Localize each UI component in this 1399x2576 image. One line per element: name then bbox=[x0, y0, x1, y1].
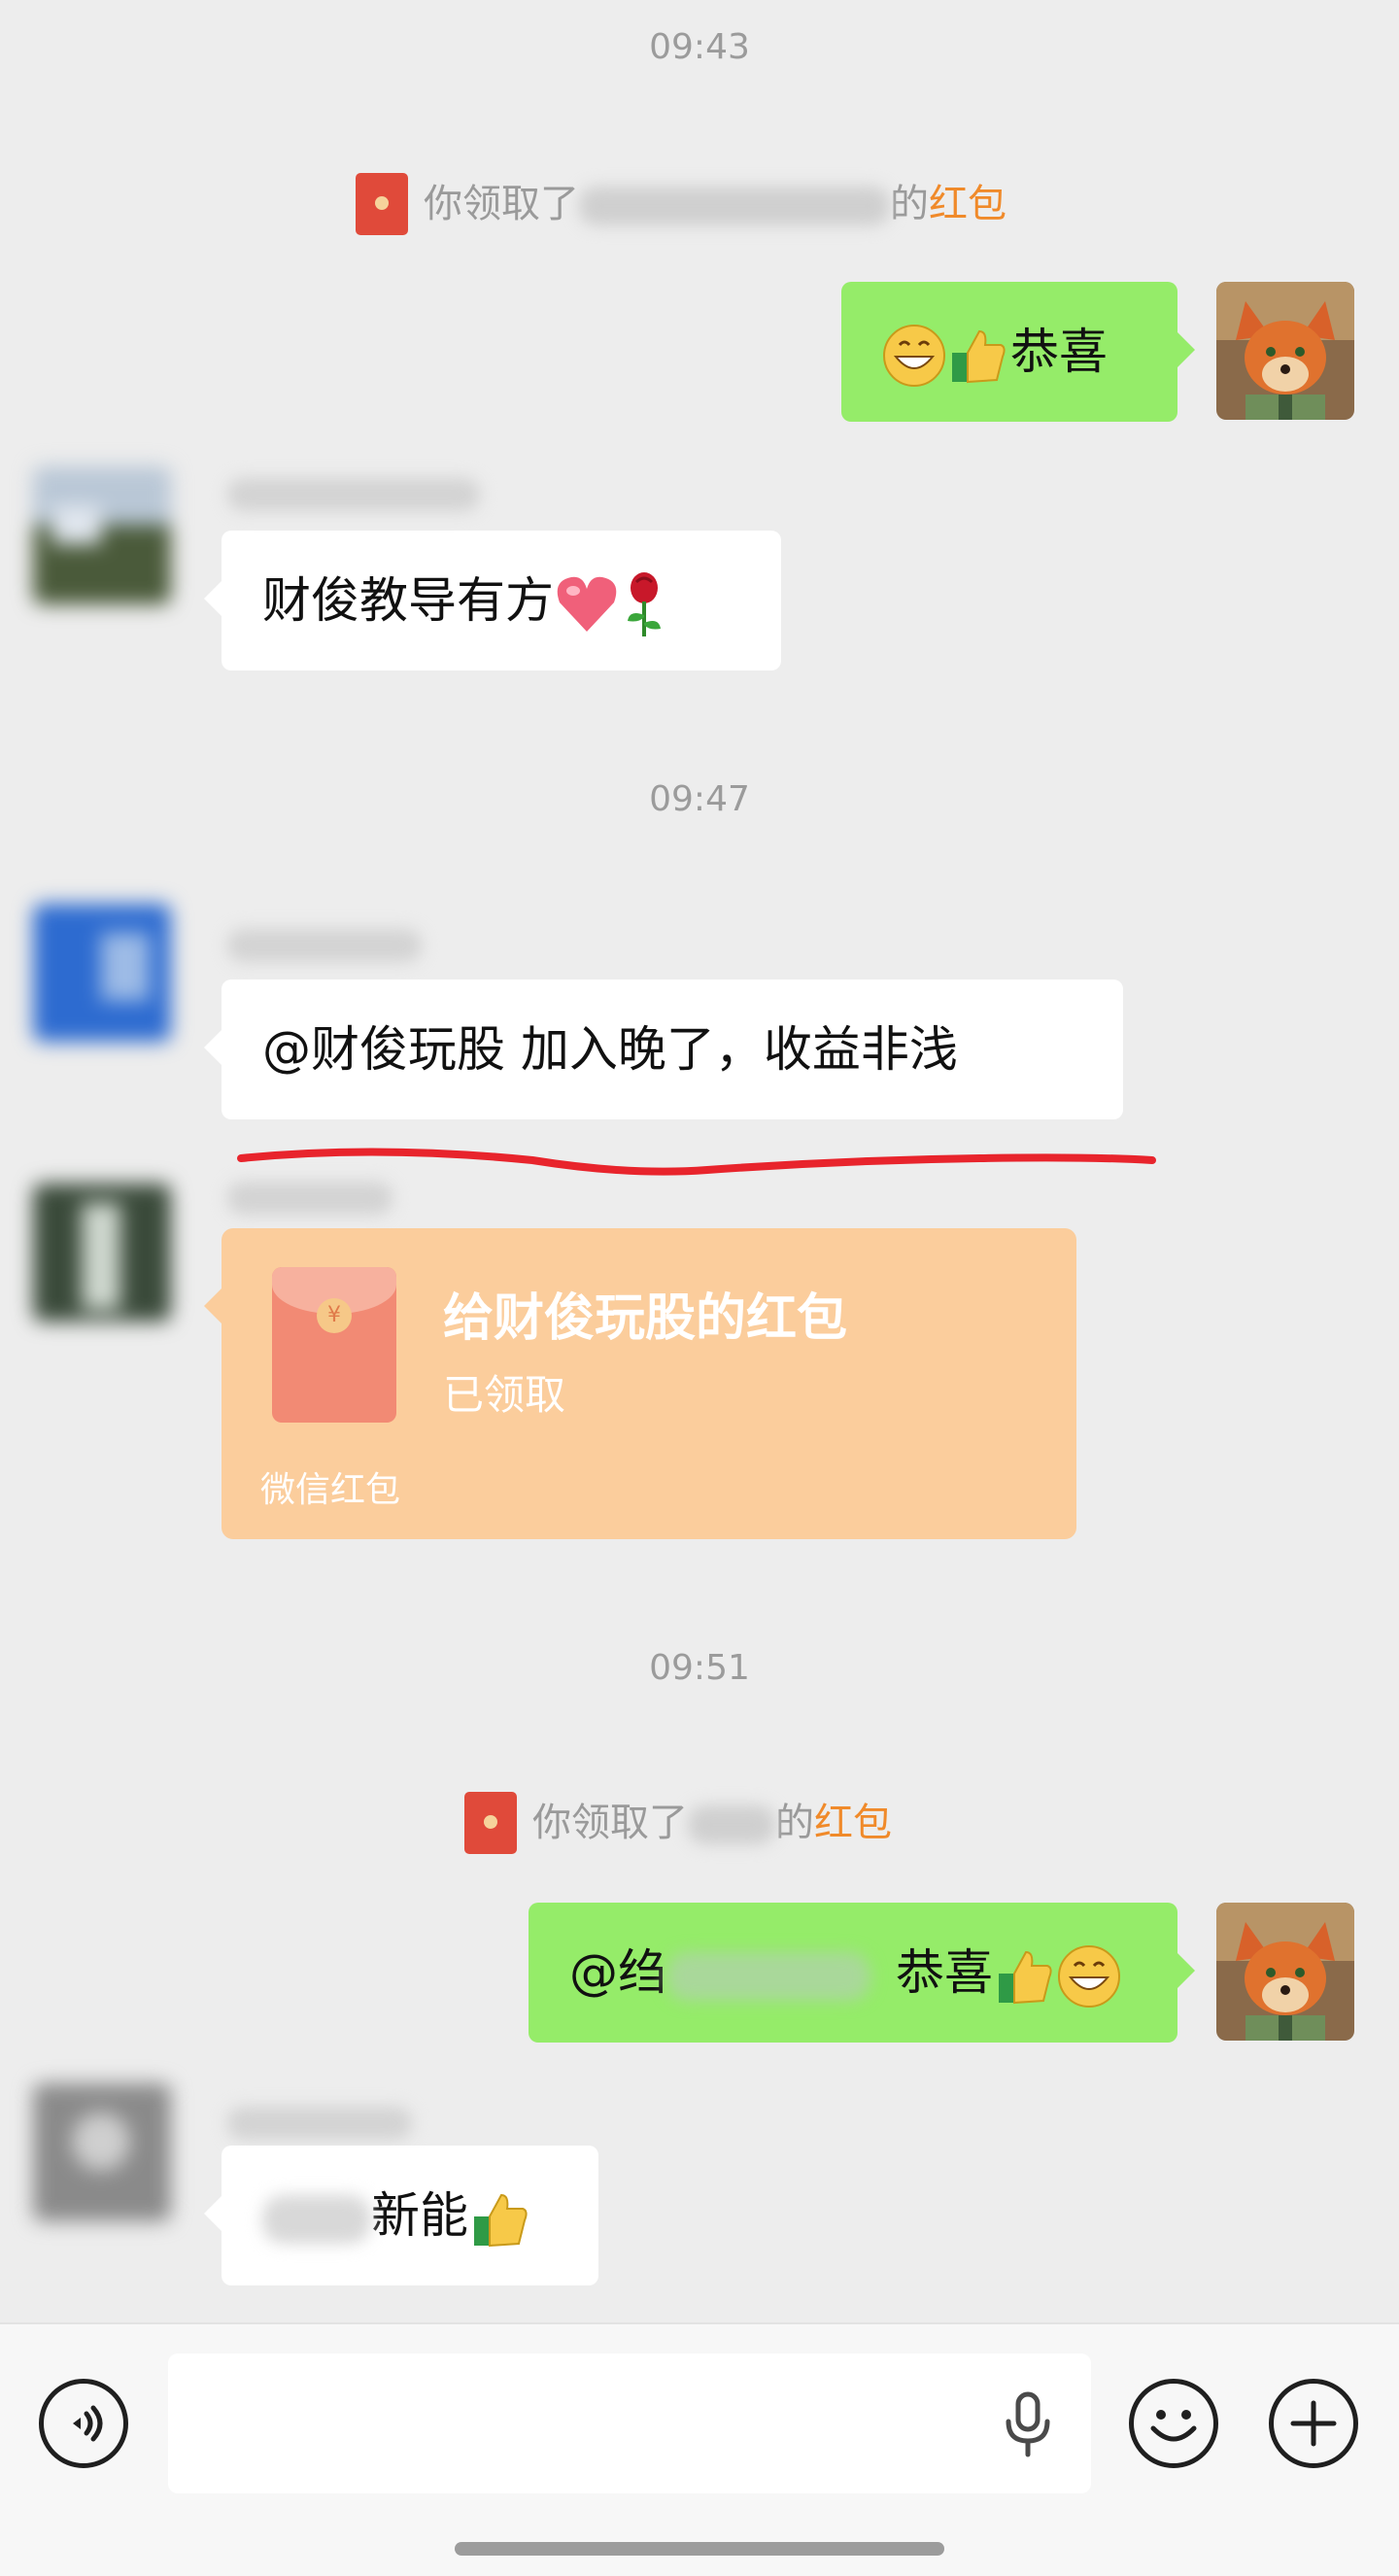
message-bubble-contact[interactable]: 财俊教导有方 bbox=[204, 531, 781, 670]
red-packet-title: 给财俊玩股的红包 bbox=[443, 1289, 848, 1348]
message-bubble-contact[interactable]: 新能 bbox=[204, 2146, 598, 2285]
voice-toggle-button[interactable] bbox=[39, 2379, 128, 2468]
system-prefix: 你领取了 bbox=[532, 1801, 688, 1845]
voice-toggle-icon bbox=[73, 2405, 103, 2442]
redacted-name bbox=[688, 1805, 775, 1844]
redacted-text bbox=[262, 2194, 371, 2244]
system-suffix: 的 bbox=[890, 182, 929, 226]
message-text: @财俊玩股 加入晚了，收益非浅 bbox=[262, 1021, 958, 1078]
emoji-button[interactable] bbox=[1129, 2379, 1218, 2468]
red-packet-envelope-icon: ¥ bbox=[272, 1267, 396, 1423]
rose-emoji bbox=[628, 571, 661, 636]
red-packet-icon bbox=[464, 1792, 517, 1854]
thumbs-up-emoji bbox=[474, 2193, 528, 2247]
timestamp: 09:51 bbox=[649, 1648, 750, 1688]
grinning-emoji bbox=[883, 324, 945, 387]
grinning-emoji bbox=[1058, 1944, 1120, 2008]
avatar-contact[interactable] bbox=[33, 904, 171, 1042]
avatar-contact[interactable] bbox=[33, 466, 171, 604]
microphone-icon[interactable] bbox=[1001, 2390, 1055, 2458]
heart-emoji bbox=[557, 576, 617, 632]
message-bubble-self[interactable]: 恭喜 bbox=[841, 282, 1195, 422]
input-bar bbox=[0, 2322, 1399, 2576]
red-packet-link[interactable]: 红包 bbox=[814, 1801, 892, 1845]
emoji-icon bbox=[1150, 2410, 1197, 2442]
redacted-mention bbox=[666, 1951, 870, 2001]
sender-name-redacted bbox=[227, 929, 422, 962]
system-message-redpacket-received: 你领取了 的红包 bbox=[356, 173, 1007, 235]
sender-name-redacted bbox=[227, 1182, 392, 1215]
red-packet-footer: 微信红包 bbox=[260, 1470, 401, 1510]
red-packet-status: 已领取 bbox=[443, 1371, 566, 1419]
sender-name-redacted bbox=[227, 2107, 412, 2140]
coin-icon: ¥ bbox=[317, 1298, 352, 1333]
message-bubble-contact[interactable]: @财俊玩股 加入晚了，收益非浅 bbox=[204, 979, 1123, 1119]
redacted-name bbox=[579, 187, 890, 225]
avatar-contact[interactable] bbox=[33, 2083, 171, 2221]
more-button[interactable] bbox=[1269, 2379, 1358, 2468]
sender-name-redacted bbox=[227, 478, 480, 511]
message-input[interactable] bbox=[168, 2353, 1091, 2493]
message-text: 新能 bbox=[371, 2187, 468, 2244]
system-suffix: 的 bbox=[775, 1801, 814, 1845]
home-indicator[interactable] bbox=[455, 2542, 944, 2556]
system-message-redpacket-received: 你领取了 的红包 bbox=[464, 1792, 892, 1854]
red-packet-card[interactable]: ¥ 给财俊玩股的红包 已领取 微信红包 bbox=[204, 1228, 1076, 1539]
red-packet-icon bbox=[356, 173, 408, 235]
plus-icon bbox=[1290, 2400, 1337, 2447]
avatar-self[interactable] bbox=[1216, 282, 1354, 420]
mention-prefix: @绉 bbox=[569, 1944, 666, 2001]
avatar-contact[interactable] bbox=[33, 1184, 171, 1322]
message-text: 财俊教导有方 bbox=[262, 572, 554, 629]
red-packet-link[interactable]: 红包 bbox=[929, 182, 1007, 226]
timestamp: 09:47 bbox=[649, 779, 750, 819]
message-text: 恭喜 bbox=[896, 1944, 993, 2001]
avatar-self[interactable] bbox=[1216, 1903, 1354, 2041]
thumbs-up-emoji bbox=[952, 329, 1006, 383]
thumbs-up-emoji bbox=[999, 1950, 1052, 2004]
message-bubble-self[interactable]: @绉 恭喜 bbox=[529, 1903, 1195, 2043]
timestamp: 09:43 bbox=[649, 27, 750, 67]
message-text: 恭喜 bbox=[1010, 324, 1108, 380]
system-prefix: 你领取了 bbox=[424, 182, 579, 226]
